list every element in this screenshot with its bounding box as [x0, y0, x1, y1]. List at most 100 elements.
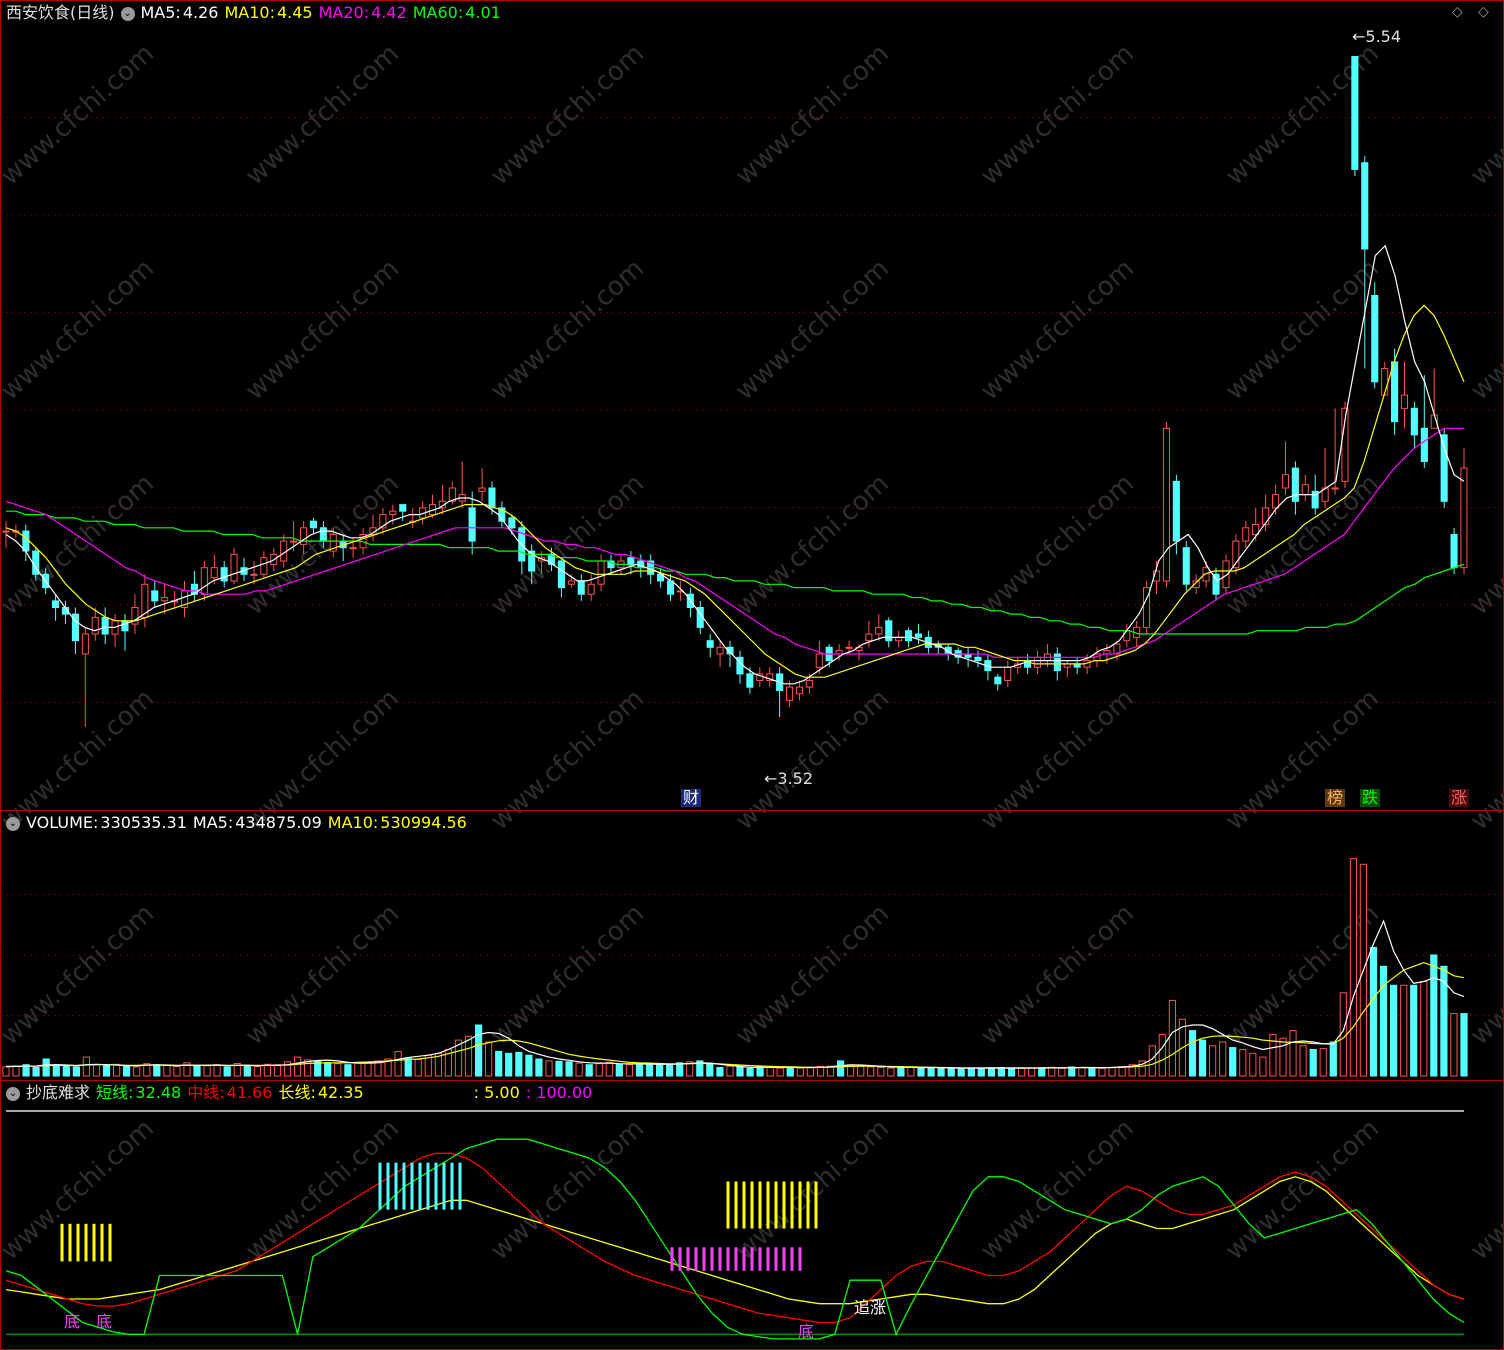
volume-chart [0, 858, 1504, 1077]
cai-badge[interactable]: 财 [681, 789, 702, 807]
volume-bar [1198, 1039, 1207, 1077]
candle-body [319, 527, 327, 542]
volume-bar [1088, 1067, 1096, 1077]
candle-body [716, 646, 724, 655]
candle-body [1361, 162, 1369, 250]
volume-bar [1058, 1067, 1066, 1077]
candle-body [1331, 487, 1339, 490]
volume-bar [837, 1060, 845, 1077]
volume-bar [967, 1067, 975, 1077]
volume-bar [223, 1066, 231, 1077]
candle-body [845, 646, 853, 649]
high-price-marker: ←5.54 [1350, 28, 1403, 46]
candle-body [706, 640, 714, 648]
low-arrow: ← [764, 769, 778, 788]
volume-bar [1038, 1067, 1046, 1077]
volume-bar [545, 1060, 553, 1077]
candle-body [101, 616, 109, 635]
candle-body [875, 626, 883, 635]
volume-bar [1168, 999, 1177, 1077]
volume-bar [92, 1064, 101, 1077]
volume-bar [1148, 1045, 1156, 1077]
volume-bar [977, 1067, 985, 1077]
volume-bar [253, 1066, 262, 1077]
volume-bar [2, 1066, 10, 1077]
volume-bar [62, 1065, 70, 1077]
volume-bar [414, 1058, 422, 1077]
volume-bar [1028, 1067, 1036, 1077]
candle-body [786, 686, 794, 701]
candle-body [52, 600, 60, 609]
volume-bar [957, 1067, 965, 1077]
volume-bar [1007, 1067, 1016, 1077]
zhuizhang-marker: 追涨 [854, 1298, 887, 1317]
candle-body [805, 680, 813, 688]
candle-body [1281, 474, 1290, 489]
ma10-line [5, 304, 1465, 678]
volume-bar [52, 1064, 60, 1077]
volume-bar [806, 1067, 814, 1077]
volume-bar [354, 1061, 362, 1077]
volume-bar [897, 1066, 905, 1077]
volume-bar [525, 1054, 533, 1077]
volume-bar [1108, 1067, 1116, 1077]
volume-bar [1249, 1052, 1257, 1077]
candle-body [210, 567, 218, 579]
volume-bar [716, 1067, 724, 1077]
volume-ma5-line [5, 919, 1465, 1069]
volume-bar [475, 1024, 483, 1077]
volume-bar [736, 1066, 744, 1077]
candle-body [121, 620, 129, 632]
volume-bar [1369, 946, 1378, 1077]
candle-body [994, 676, 1002, 685]
volume-bar [676, 1062, 684, 1077]
volume-bar [1349, 858, 1358, 1077]
candle-body [865, 633, 873, 642]
candle-body [815, 653, 823, 668]
volume-bar [1379, 965, 1388, 1077]
volume-bar [1209, 1045, 1217, 1077]
volume-bar [1219, 1041, 1227, 1077]
volume-bar [666, 1064, 674, 1077]
volume-bar [1048, 1066, 1056, 1077]
zhang-badge[interactable]: 涨 [1449, 789, 1470, 807]
volume-bar [635, 1063, 644, 1077]
candle-body [1182, 547, 1190, 585]
volume-bar [515, 1051, 523, 1077]
volume-bar [726, 1065, 734, 1077]
candle-body [1351, 56, 1359, 170]
candle-body [1391, 361, 1399, 423]
candle-body [1381, 368, 1389, 396]
candle-body [1460, 467, 1468, 569]
ma5-line [5, 244, 1465, 685]
volume-bar [273, 1064, 282, 1077]
bang-badge[interactable]: 榜 [1325, 789, 1346, 807]
volume-bar [123, 1066, 131, 1077]
volume-bar [193, 1065, 201, 1077]
candle-body [151, 590, 159, 602]
volume-bar [1229, 1047, 1237, 1077]
volume-bar [102, 1065, 111, 1077]
candle-body [478, 487, 486, 492]
candle-body [309, 520, 317, 529]
volume-bar [766, 1067, 774, 1077]
volume-bar [877, 1067, 885, 1077]
high-arrow: ← [1352, 27, 1366, 46]
candle-body [2, 530, 10, 533]
volume-bar [334, 1063, 342, 1077]
volume-bar [776, 1067, 784, 1077]
candle-body [746, 673, 754, 688]
candle-body [1450, 534, 1458, 569]
die-badge[interactable]: 跌 [1360, 789, 1381, 807]
volume-bar [1158, 1033, 1166, 1077]
volume-bar [645, 1064, 654, 1077]
volume-bar [32, 1067, 40, 1077]
volume-bar [796, 1067, 804, 1077]
volume-bar [1259, 1056, 1267, 1077]
candle-body [260, 557, 268, 575]
volume-bar [42, 1058, 50, 1077]
high-price-label: 5.54 [1365, 27, 1402, 46]
volume-bar [907, 1066, 915, 1077]
volume-bar [344, 1064, 352, 1077]
volume-bar [867, 1066, 875, 1077]
